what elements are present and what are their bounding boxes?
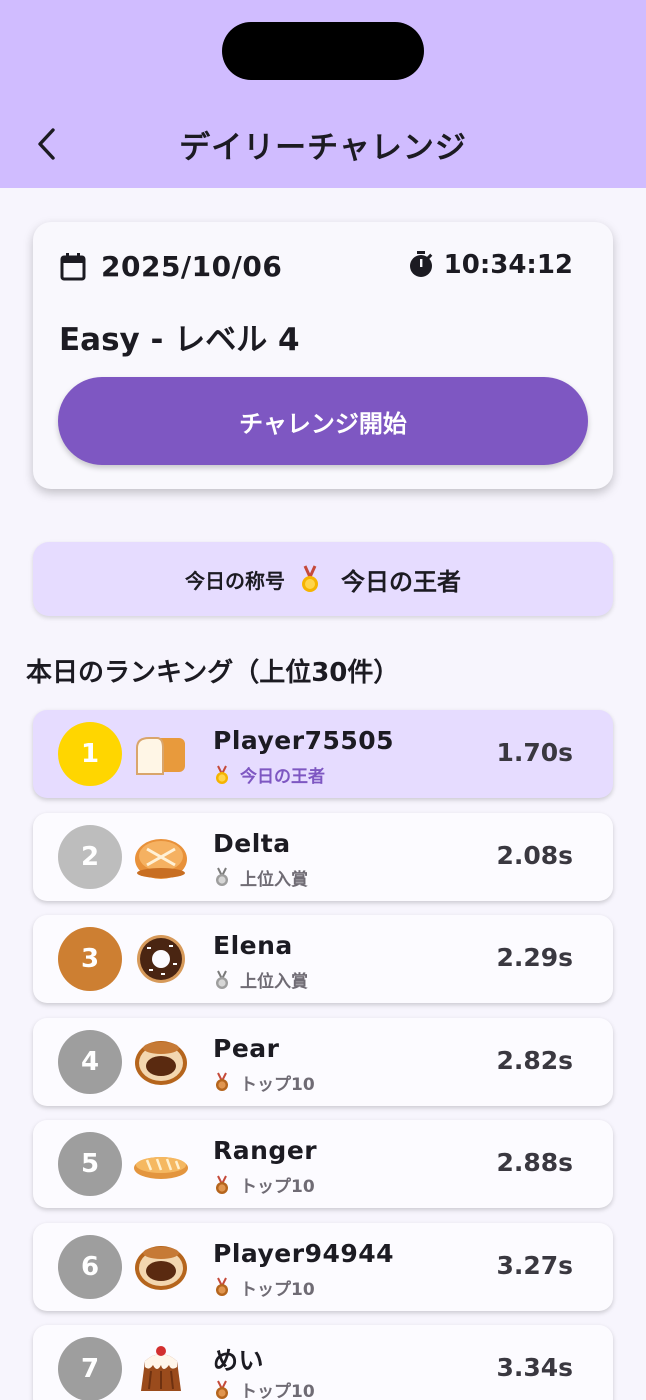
player-badge: 上位入賞 [214,967,308,992]
bread-loaf-icon [133,728,189,780]
gold-medal-icon [302,565,318,592]
pudding-cake-icon [133,1343,189,1395]
rank-number-badge: 7 [58,1337,122,1400]
gold-medal-icon [216,765,228,784]
player-badge: トップ10 [214,1172,315,1197]
player-badge-label: 上位入賞 [240,869,308,890]
player-badge-label: トップ10 [240,1074,315,1095]
ranking-row[interactable]: 2 Delta 上位入賞 2.08s [33,812,613,901]
ranking-heading: 本日のランキング（上位30件） [26,658,400,688]
clear-time: 2.08s [496,840,573,870]
rank-number-badge: 2 [58,824,122,889]
countdown-timer: 10:34:12 [443,250,573,280]
player-name: Delta [213,828,291,858]
clear-time: 2.88s [496,1148,573,1177]
today-title-value: 今日の王者 [341,567,461,596]
today-title-label: 今日の称号 [185,568,285,593]
challenge-card: 2025/10/06 10:34:12 Easy - レベル 4 チャレンジ開始 [33,222,613,489]
challenge-date: 2025/10/06 [101,250,283,283]
rank-number-badge: 3 [58,927,122,991]
stopwatch-icon [409,251,432,277]
date-row: 2025/10/06 [59,250,282,283]
chocolate-bun-icon [133,1036,189,1088]
player-name: Elena [213,931,293,960]
player-badge: トップ10 [214,1377,315,1400]
ranking-row[interactable]: 1 Player75505 今日の王者 1.70s [33,710,613,798]
clear-time: 2.29s [496,943,573,972]
app-header: デイリーチャレンジ [0,0,646,188]
today-title-banner: 今日の称号 今日の王者 [33,542,613,616]
start-challenge-button[interactable]: チャレンジ開始 [58,377,588,465]
player-badge-label: トップ10 [240,1177,315,1197]
player-badge: 今日の王者 [214,762,325,787]
ranking-row[interactable]: 3 Elena 上位入賞 2.29s [33,915,613,1003]
bronze-medal-icon [216,1380,228,1399]
ranking-row[interactable]: 5 Ranger トップ10 2.88s [33,1120,613,1208]
player-badge: トップ10 [214,1275,315,1300]
player-name: めい [213,1346,265,1375]
baguette-icon [133,1138,189,1190]
player-badge-label: 上位入賞 [240,972,308,992]
player-badge-label: トップ10 [240,1382,315,1400]
rank-number-badge: 5 [58,1132,122,1196]
timer-row: 10:34:12 [408,250,573,280]
calendar-icon [60,252,86,280]
difficulty-level: Easy - レベル 4 [59,322,300,358]
bronze-medal-icon [216,1175,228,1194]
player-badge-label: 今日の王者 [240,767,325,787]
clear-time: 1.70s [496,738,573,767]
ranking-row[interactable]: 4 Pear トップ10 2.82s [33,1017,613,1106]
clear-time: 3.27s [496,1250,573,1280]
bronze-medal-icon [216,1072,228,1091]
bronze-medal-icon [216,1277,228,1296]
player-badge: 上位入賞 [214,865,308,890]
rank-number-badge: 6 [58,1234,122,1299]
ranking-row[interactable]: 7 めいトップ10 3.34s [33,1325,613,1400]
player-badge: トップ10 [214,1070,315,1095]
rank-number-badge: 4 [58,1029,122,1094]
silver-medal-icon [216,867,228,886]
donut-icon [133,933,189,985]
clear-time: 3.34s [496,1353,573,1382]
camera-notch [222,22,424,80]
silver-medal-icon [216,970,228,989]
player-name: Ranger [213,1136,318,1165]
ranking-row[interactable]: 6 Player94944 トップ10 3.27s [33,1222,613,1311]
rank-number-badge: 1 [58,722,122,786]
page-title: デイリーチャレンジ [179,130,467,166]
bun-icon [133,831,189,883]
player-badge-label: トップ10 [240,1279,315,1300]
player-name: Pear [213,1033,280,1063]
player-name: Player94944 [213,1238,395,1268]
chocolate-bun-icon [133,1241,189,1293]
clear-time: 2.82s [496,1045,573,1075]
player-name: Player75505 [213,726,395,755]
